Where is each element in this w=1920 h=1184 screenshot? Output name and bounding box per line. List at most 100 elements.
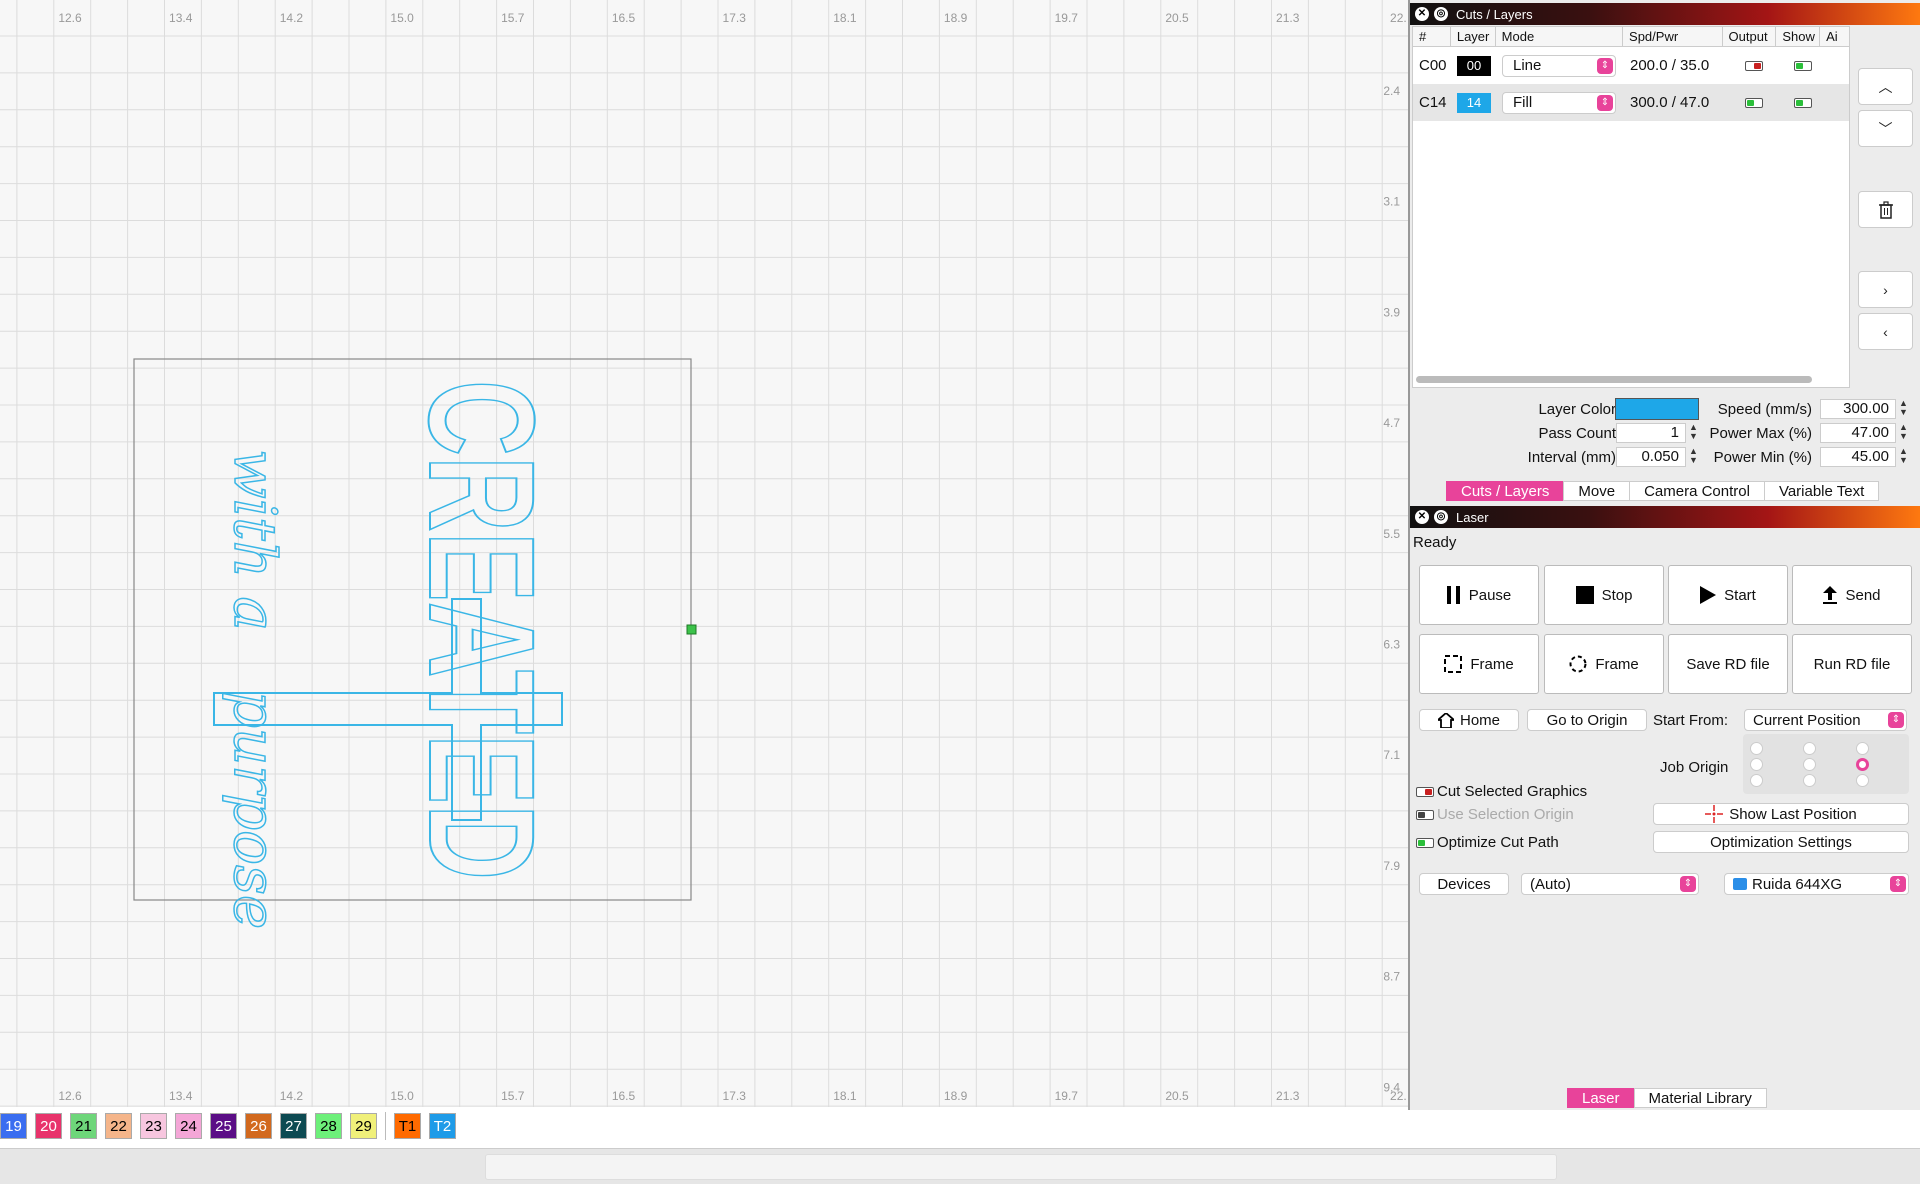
tab-move[interactable]: Move	[1563, 481, 1631, 501]
pass-count-stepper[interactable]: ▲ ▼	[1688, 423, 1699, 441]
cuts-table[interactable]: # Layer Mode Spd/Pwr Output Show Ai C00 0…	[1412, 26, 1850, 388]
close-icon[interactable]: ✕	[1415, 7, 1429, 21]
tab-laser[interactable]: Laser	[1567, 1088, 1635, 1108]
optimization-settings-button[interactable]: Optimization Settings	[1653, 831, 1909, 853]
mode-select[interactable]: Line ⇕	[1502, 54, 1616, 77]
go-to-origin-button[interactable]: Go to Origin	[1527, 709, 1647, 731]
purpose-script[interactable]: purpose	[220, 690, 290, 930]
speed-input[interactable]: 300.00	[1820, 399, 1896, 419]
ruler-y-label: 3.9	[1383, 305, 1400, 319]
layer-color-picker[interactable]	[1615, 398, 1699, 420]
speed-stepper[interactable]: ▲ ▼	[1898, 399, 1909, 417]
interval-stepper[interactable]: ▲ ▼	[1688, 447, 1699, 465]
origin-bottom-center[interactable]	[1803, 774, 1816, 787]
device-select[interactable]: (Auto) ⇕	[1521, 873, 1699, 895]
origin-mid-right[interactable]	[1856, 758, 1869, 771]
design-text[interactable]: with a	[220, 448, 290, 631]
home-button[interactable]: Home	[1419, 709, 1519, 731]
power-min-input[interactable]: 45.00	[1820, 447, 1896, 467]
table-scrollbar[interactable]	[1416, 376, 1812, 383]
tab-camera-control[interactable]: Camera Control	[1629, 481, 1765, 501]
col-output[interactable]: Output	[1723, 27, 1777, 46]
stop-button[interactable]: Stop	[1544, 565, 1664, 625]
frame-rect-button[interactable]: Frame	[1419, 634, 1539, 694]
palette-swatch[interactable]: 27	[280, 1113, 307, 1139]
send-button[interactable]: Send	[1792, 565, 1912, 625]
expand-button[interactable]: ›	[1858, 271, 1913, 308]
palette-swatch[interactable]: 22	[105, 1113, 132, 1139]
palette-swatch[interactable]: 26	[245, 1113, 272, 1139]
move-down-button[interactable]: ﹀	[1858, 110, 1913, 147]
origin-bottom-right[interactable]	[1856, 774, 1869, 787]
run-rd-button[interactable]: Run RD file	[1792, 634, 1912, 694]
output-toggle[interactable]	[1745, 97, 1763, 108]
palette-swatch[interactable]: 24	[175, 1113, 202, 1139]
show-last-position-button[interactable]: Show Last Position	[1653, 803, 1909, 825]
created-text[interactable]: CREATED	[397, 379, 567, 881]
col-show[interactable]: Show	[1776, 27, 1821, 46]
float-icon[interactable]: ◎	[1434, 7, 1448, 21]
palette-swatch[interactable]: 28	[315, 1113, 342, 1139]
scrollbar-thumb[interactable]	[485, 1154, 1557, 1180]
use-selection-origin-toggle[interactable]	[1416, 809, 1434, 820]
mode-select[interactable]: Fill ⇕	[1502, 91, 1616, 114]
show-toggle[interactable]	[1794, 97, 1812, 108]
design-text[interactable]: CREATED	[397, 379, 567, 881]
pass-count-input[interactable]: 1	[1616, 423, 1686, 443]
move-up-button[interactable]: ︿	[1858, 68, 1913, 105]
horizontal-scrollbar[interactable]	[0, 1148, 1920, 1184]
pause-button[interactable]: Pause	[1419, 565, 1539, 625]
col-mode[interactable]: Mode	[1496, 27, 1624, 46]
float-icon[interactable]: ◎	[1434, 510, 1448, 524]
palette-swatch[interactable]: T1	[394, 1113, 421, 1139]
frame-circle-button[interactable]: Frame	[1544, 634, 1664, 694]
palette-swatch[interactable]: T2	[429, 1113, 456, 1139]
origin-mid-left[interactable]	[1750, 758, 1763, 771]
delete-layer-button[interactable]	[1858, 191, 1913, 228]
controller-select[interactable]: Ruida 644XG ⇕	[1724, 873, 1909, 895]
design-text[interactable]: purpose	[220, 690, 290, 930]
origin-mid-center[interactable]	[1803, 758, 1816, 771]
collapse-button[interactable]: ‹	[1858, 313, 1913, 350]
col-spdpwr[interactable]: Spd/Pwr	[1623, 27, 1723, 46]
table-row[interactable]: C00 00 Line ⇕ 200.0 / 35.0	[1413, 47, 1849, 84]
layer-chip[interactable]: 00	[1457, 55, 1491, 76]
with-a-script[interactable]: with a	[220, 448, 290, 631]
origin-bottom-left[interactable]	[1750, 774, 1763, 787]
show-toggle[interactable]	[1794, 60, 1812, 71]
optimize-cut-toggle[interactable]	[1416, 837, 1434, 848]
cut-selected-toggle[interactable]	[1416, 786, 1434, 797]
output-toggle[interactable]	[1745, 60, 1763, 71]
devices-button[interactable]: Devices	[1419, 873, 1509, 895]
close-icon[interactable]: ✕	[1415, 510, 1429, 524]
tab-material-library[interactable]: Material Library	[1633, 1088, 1767, 1108]
power-max-input[interactable]: 47.00	[1820, 423, 1896, 443]
use-selection-origin-row[interactable]: Use Selection Origin	[1416, 806, 1574, 823]
tab-variable-text[interactable]: Variable Text	[1763, 481, 1880, 501]
table-row[interactable]: C14 14 Fill ⇕ 300.0 / 47.0	[1413, 84, 1849, 121]
palette-swatch[interactable]: 20	[35, 1113, 62, 1139]
palette-swatch[interactable]: 19	[0, 1113, 27, 1139]
palette-swatch[interactable]: 25	[210, 1113, 237, 1139]
power-max-stepper[interactable]: ▲ ▼	[1898, 423, 1909, 441]
interval-input[interactable]: 0.050	[1616, 447, 1686, 467]
origin-top-left[interactable]	[1750, 742, 1763, 755]
col-air[interactable]: Ai	[1820, 27, 1849, 46]
col-num[interactable]: #	[1413, 27, 1451, 46]
optimize-cut-row[interactable]: Optimize Cut Path	[1416, 834, 1559, 851]
save-rd-button[interactable]: Save RD file	[1668, 634, 1788, 694]
tab-cuts-layers[interactable]: Cuts / Layers	[1446, 481, 1565, 501]
palette-swatch[interactable]: 21	[70, 1113, 97, 1139]
cut-selected-row[interactable]: Cut Selected Graphics	[1416, 783, 1587, 800]
origin-top-center[interactable]	[1803, 742, 1816, 755]
selection-handle[interactable]	[686, 624, 697, 635]
start-button[interactable]: Start	[1668, 565, 1788, 625]
col-layer[interactable]: Layer	[1451, 27, 1496, 46]
power-min-stepper[interactable]: ▲ ▼	[1898, 447, 1909, 465]
start-from-select[interactable]: Current Position ⇕	[1744, 709, 1907, 731]
layer-chip[interactable]: 14	[1457, 92, 1491, 113]
palette-swatch[interactable]: 23	[140, 1113, 167, 1139]
design-canvas[interactable]: 12.6 12.6 13.4 13.4 14.2 14.2 15.0 15.0 15.7 15.7…	[0, 0, 1408, 1107]
palette-swatch[interactable]: 29	[350, 1113, 377, 1139]
origin-top-right[interactable]	[1856, 742, 1869, 755]
